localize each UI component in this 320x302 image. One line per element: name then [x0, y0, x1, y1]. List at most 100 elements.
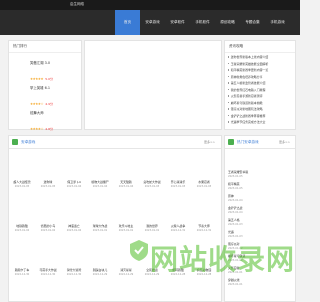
game-cell[interactable]: 水果忍者 2023-01-03	[193, 180, 215, 188]
game-cell-date: 2023-01-02	[14, 229, 30, 232]
hot-games-more-link[interactable]: 更多>>	[279, 140, 290, 144]
game-cell[interactable]: 球球大作战 2023-01-01	[89, 224, 111, 232]
game-cell[interactable]: 贪吃蛇大作战 2023-01-03	[141, 180, 163, 188]
rank-item[interactable]: 掌上英雄 6.1 ★★★★☆ 4.9分	[30, 85, 78, 109]
game-cell-date: 2022-12-30	[40, 273, 56, 276]
game-cell-name: 跑跑卡丁车	[14, 268, 30, 272]
game-cell-name: 水果忍者	[198, 180, 210, 184]
game-cell-date: 2023-01-03	[196, 185, 212, 188]
hot-game-title: 原神	[228, 194, 234, 198]
game-cell-name: 神庙逃亡	[68, 224, 80, 228]
star-rating: ★★★★☆	[30, 102, 44, 106]
game-cell[interactable]: 愤怒的小鸟 2023-01-02	[37, 224, 59, 232]
game-cell[interactable]: 消灭星星 2022-12-29	[115, 268, 137, 276]
game-cell[interactable]: 天天酷跑 2023-01-04	[115, 180, 137, 188]
hot-game-title: 王者荣耀安卓版	[228, 170, 249, 174]
main-nav: 首页 安卓游戏 安卓软件 手机软件 原创攻略 专题合集 手机游戏	[0, 10, 300, 35]
news-item[interactable]: 和平精英新赛季更新内容一览	[228, 68, 290, 72]
android-games-icon	[12, 139, 18, 145]
game-cell[interactable]: 开心消消乐 2023-01-03	[167, 180, 189, 188]
news-panel-title: 资讯攻略	[225, 41, 295, 53]
game-cell-name: 滑雪大冒险	[66, 268, 82, 272]
nav-item-android-games[interactable]: 安卓游戏	[140, 10, 165, 35]
watermark-logo-icon	[130, 240, 148, 261]
top-bar: 启生网络	[0, 0, 300, 10]
game-cell[interactable]: 保卫萝卜4 2023-01-04	[63, 180, 85, 188]
game-cell-name: 球球大作战	[92, 224, 108, 228]
game-cell-date: 2023-01-04	[92, 185, 108, 188]
game-cell-name: 超人大战怪兽	[13, 180, 31, 184]
news-item[interactable]: 火影忍者手游新忍者测评	[228, 94, 290, 98]
game-cell-name: 天天酷跑	[120, 180, 132, 184]
hot-game-item[interactable]: 穿越火线 2023-01-01	[228, 278, 290, 286]
hot-game-item[interactable]: 原神 2023-01-04	[228, 194, 290, 202]
nav-item-topics[interactable]: 专题合集	[240, 10, 265, 35]
hot-game-item[interactable]: 第五人格 2023-01-03	[228, 218, 290, 226]
news-item[interactable]: 蛋仔派对新地图玩法攻略	[228, 107, 290, 111]
nav-item-mobile-apps[interactable]: 手机软件	[190, 10, 215, 35]
game-cell-name: 植物大战僵尸	[91, 180, 109, 184]
game-cell-date: 2022-12-29	[118, 273, 134, 276]
hot-games-title: 热门安卓游戏	[237, 140, 259, 144]
game-cell-date: 2022-12-29	[92, 273, 108, 276]
game-cell[interactable]: 欢乐斗地主 2023-01-01	[115, 224, 137, 232]
hot-game-date: 2023-01-05	[228, 174, 243, 178]
game-cell-name: 我的世界	[146, 224, 158, 228]
game-cell-date: 2023-01-03	[170, 185, 186, 188]
game-cell[interactable]: 植物大战僵尸 2023-01-04	[89, 180, 111, 188]
game-cell-date: 2023-01-01	[118, 229, 134, 232]
game-cell[interactable]: 神庙逃亡 2023-01-02	[63, 224, 85, 232]
game-cell-name: 消灭星星	[120, 268, 132, 272]
news-item[interactable]: 金铲铲之战新赛季阵容推荐	[228, 114, 290, 118]
news-item[interactable]: 迷你世界新版本上线内容介绍	[228, 55, 290, 59]
game-cell[interactable]: 滑雪大冒险 2022-12-30	[63, 268, 85, 276]
hot-game-title: 第五人格	[228, 218, 240, 222]
hot-game-item[interactable]: 光遇 2023-01-03	[228, 230, 290, 238]
game-cell-date: 2023-01-05	[14, 185, 30, 188]
game-cell-name: 开心消消乐	[170, 180, 186, 184]
game-cell-date: 2023-01-04	[66, 185, 82, 188]
news-item[interactable]: 光遇季节任务完成方法大全	[228, 120, 290, 124]
game-cell[interactable]: 别踩白块儿 2022-12-29	[89, 268, 111, 276]
game-cell-name: 弓箭手大作战	[39, 268, 57, 272]
hot-game-title: 穿越火线	[228, 278, 240, 282]
android-games-title: 安卓游戏	[21, 140, 36, 144]
hot-game-date: 2023-01-01	[228, 282, 243, 286]
rank-item[interactable]: 笑傲江湖 3.0 ★★★★★ 5.0分	[30, 60, 78, 84]
game-cell-date: 2022-12-31	[170, 229, 186, 232]
game-cell[interactable]: 跑跑卡丁车 2022-12-30	[11, 268, 33, 276]
game-cell[interactable]: 节奏大师 2022-12-31	[193, 224, 215, 232]
news-item[interactable]: 王者荣耀新英雄技能全面解析	[228, 62, 290, 66]
game-cell-name: 欢乐斗地主	[118, 224, 134, 228]
nav-item-mobile-games[interactable]: 手机游戏	[265, 10, 290, 35]
game-cell-date: 2023-01-04	[118, 185, 134, 188]
news-item[interactable]: 我的世界红石电路入门教程	[228, 88, 290, 92]
hot-game-title: 和平精英	[228, 182, 240, 186]
game-cell[interactable]: 火柴人战争 2022-12-31	[167, 224, 189, 232]
hot-game-item[interactable]: 金铲铲之战 2023-01-04	[228, 206, 290, 214]
game-cell[interactable]: 地铁跑酷 2023-01-02	[11, 224, 33, 232]
game-cell[interactable]: 超人大战怪兽 2023-01-05	[11, 180, 33, 188]
hot-game-item[interactable]: 和平精英 2023-01-05	[228, 182, 290, 190]
hot-game-date: 2023-01-04	[228, 210, 243, 214]
rank-item[interactable]: 炫舞大师 ★★★★☆ 4.8分	[30, 110, 78, 134]
game-cell[interactable]: 迷你球 2023-01-05	[37, 180, 59, 188]
nav-item-guides[interactable]: 原创攻略	[215, 10, 240, 35]
hot-game-date: 2023-01-04	[228, 198, 243, 202]
hot-game-item[interactable]: 王者荣耀安卓版 2023-01-05	[228, 170, 290, 178]
news-item[interactable]: 原神新角色培养攻略分享	[228, 75, 290, 79]
android-games-more-link[interactable]: 更多>>	[204, 140, 215, 144]
site-logo[interactable]: 启生网络	[70, 2, 84, 7]
game-score: 5.0分	[45, 77, 53, 81]
news-item[interactable]: 第五人格新监管者技能介绍	[228, 81, 290, 85]
news-panel: 资讯攻略 迷你世界新版本上线内容介绍 王者荣耀新英雄技能全面解析 和平精英新赛季…	[224, 40, 296, 130]
game-score: 4.9分	[45, 102, 53, 106]
game-cell-date: 2023-01-02	[40, 229, 56, 232]
news-item[interactable]: 崩坏星穹铁道新版本前瞻	[228, 101, 290, 105]
nav-item-android-apps[interactable]: 安卓软件	[165, 10, 190, 35]
watermark-text: 网站收录网	[150, 243, 296, 276]
game-cell[interactable]: 我的世界 2023-01-01	[141, 224, 163, 232]
game-cell[interactable]: 弓箭手大作战 2022-12-30	[37, 268, 59, 276]
hot-game-date: 2023-01-05	[228, 186, 243, 190]
nav-item-home[interactable]: 首页	[115, 10, 140, 35]
